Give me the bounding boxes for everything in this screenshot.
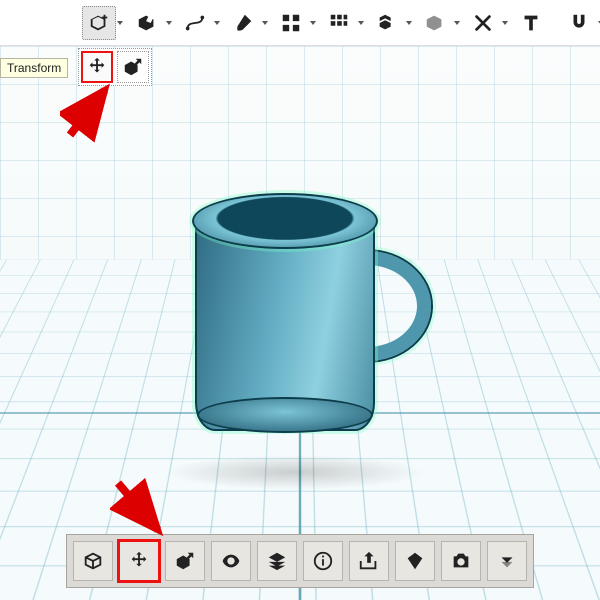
chevron-down-icon <box>358 21 364 25</box>
cube-scale-icon <box>122 56 144 78</box>
magnet-tool[interactable] <box>562 6 596 40</box>
cube-add-tool[interactable] <box>82 6 116 40</box>
boolean-icon <box>376 12 398 34</box>
share-icon <box>358 550 380 572</box>
crossbones-tool[interactable] <box>466 6 500 40</box>
selected-object-mug[interactable] <box>195 181 415 451</box>
scale-button[interactable] <box>165 541 205 581</box>
transform-button[interactable] <box>119 541 159 581</box>
diamond-icon <box>404 550 426 572</box>
cube-pencil-icon <box>136 12 158 34</box>
chevron-down-icon <box>502 21 508 25</box>
tooltip-transform: Transform <box>0 58 68 78</box>
chevrons-icon <box>496 550 518 572</box>
object-shadow <box>162 455 429 490</box>
layers-button[interactable] <box>257 541 297 581</box>
render-button[interactable] <box>395 541 435 581</box>
cube-plus-icon <box>88 12 110 34</box>
dropdown-button[interactable] <box>487 541 527 581</box>
path-tool[interactable] <box>178 6 212 40</box>
bottom-toolbar <box>66 534 534 588</box>
transform-flyout <box>78 48 152 86</box>
magnet-icon <box>568 12 590 34</box>
transform-scale-tool[interactable] <box>117 51 149 83</box>
info-icon <box>312 550 334 572</box>
visibility-button[interactable] <box>211 541 251 581</box>
cube-scale-icon <box>174 550 196 572</box>
chevron-down-icon <box>214 21 220 25</box>
chevron-down-icon <box>262 21 268 25</box>
brush-tool[interactable] <box>226 6 260 40</box>
cube-outline-icon <box>82 550 104 572</box>
eraser-icon <box>424 12 446 34</box>
grid-icon <box>280 12 302 34</box>
view-cube-button[interactable] <box>73 541 113 581</box>
chevron-down-icon <box>406 21 412 25</box>
eraser-tool[interactable] <box>418 6 452 40</box>
viewport-3d[interactable] <box>0 46 600 600</box>
chevron-down-icon <box>454 21 460 25</box>
move-icon <box>86 56 108 78</box>
info-button[interactable] <box>303 541 343 581</box>
bezier-icon <box>184 12 206 34</box>
brush-icon <box>232 12 254 34</box>
array-tool[interactable] <box>274 6 308 40</box>
cube-edit-tool[interactable] <box>130 6 164 40</box>
transform-move-tool[interactable] <box>81 51 113 83</box>
text-tool[interactable] <box>514 6 548 40</box>
chevron-down-icon <box>117 21 123 25</box>
chevron-down-icon <box>166 21 172 25</box>
snapshot-button[interactable] <box>441 541 481 581</box>
chevron-down-icon <box>310 21 316 25</box>
move-icon <box>128 550 150 572</box>
mug-rim <box>192 193 378 249</box>
stack-icon <box>328 12 350 34</box>
export-button[interactable] <box>349 541 389 581</box>
layers-icon <box>266 550 288 572</box>
top-toolbar <box>0 0 600 46</box>
stack-tool[interactable] <box>322 6 356 40</box>
mug-base <box>197 397 373 433</box>
eye-icon <box>220 550 242 572</box>
boolean-tool[interactable] <box>370 6 404 40</box>
crossbones-icon <box>472 12 494 34</box>
text-icon <box>520 12 542 34</box>
camera-icon <box>450 550 472 572</box>
